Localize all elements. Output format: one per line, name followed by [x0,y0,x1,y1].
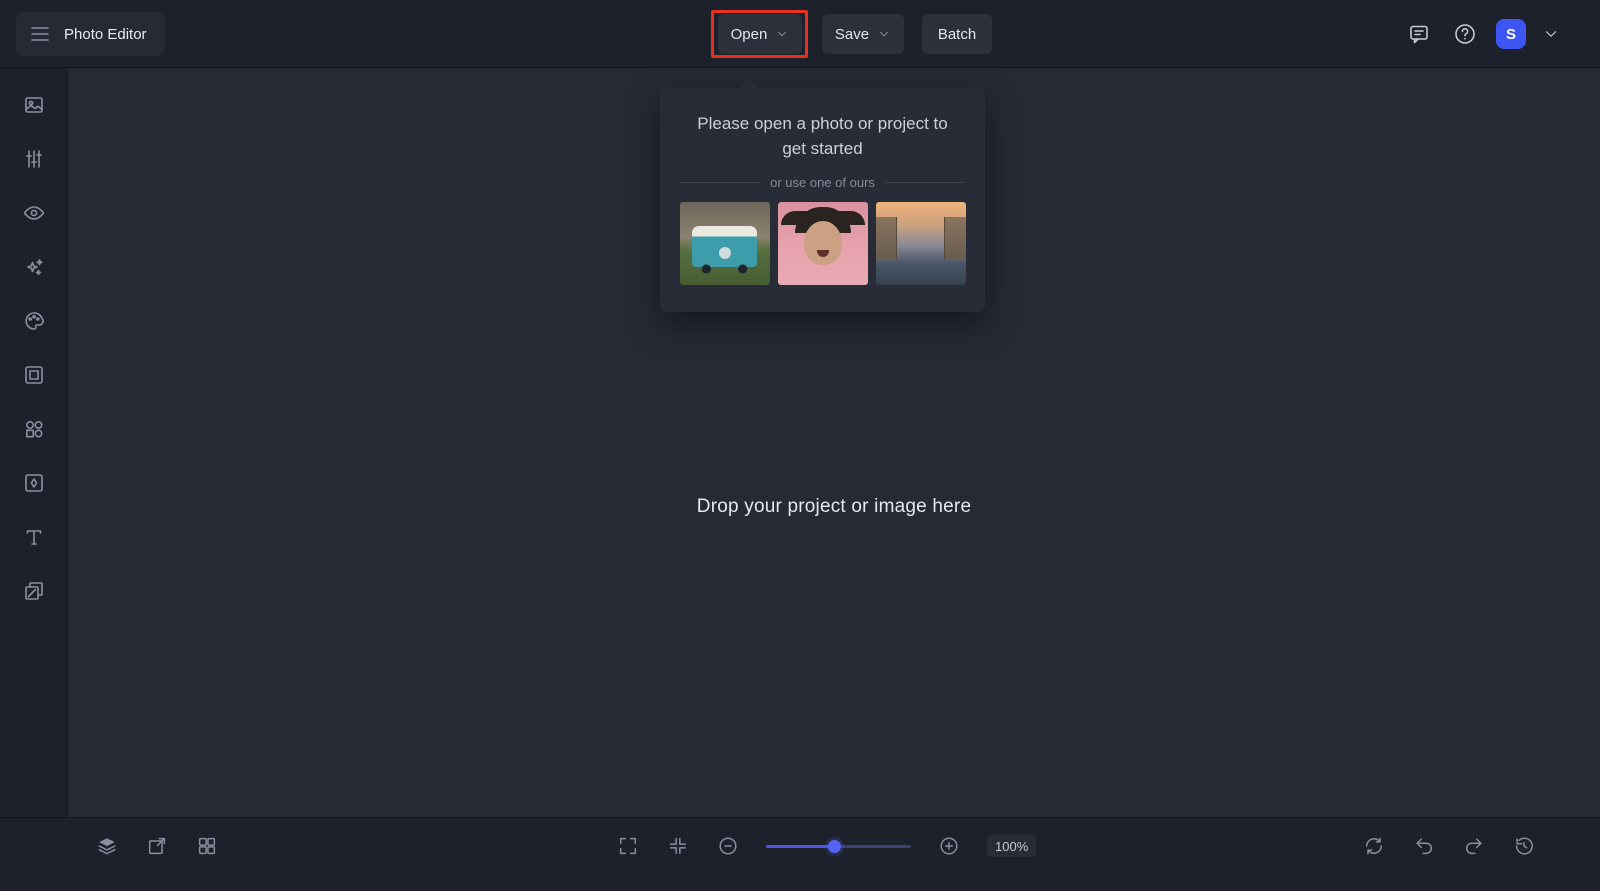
sample-image-portrait[interactable] [777,202,868,286]
popup-divider-label: or use one of ours [770,175,875,191]
fit-screen-icon [667,835,689,857]
avatar-letter: S [1505,25,1516,43]
zoom-in-button[interactable] [937,834,961,858]
sidebar-tool-text[interactable] [21,524,47,550]
zoom-slider[interactable] [766,839,911,853]
zoom-in-icon [938,835,960,857]
portrait-face [803,220,842,265]
zoom-level-value[interactable]: 100% [987,835,1037,857]
transform-icon [146,835,168,857]
popup-message: Please open a photo or project to get st… [697,114,948,158]
get-started-popup: Please open a photo or project to get st… [660,78,985,312]
palette-icon [22,309,46,333]
transform-button[interactable] [145,834,169,858]
bottom-bar: 100% [0,817,1600,891]
hamburger-icon [28,22,52,46]
layers-panel-button[interactable] [95,834,119,858]
image-icon [22,93,46,117]
redo-button[interactable] [1462,834,1486,858]
popup-divider: or use one of ours [680,175,965,190]
zoom-slider-thumb[interactable] [828,840,842,853]
zoom-out-button[interactable] [716,834,740,858]
fit-screen-button[interactable] [666,834,690,858]
refresh-icon [1363,835,1385,857]
top-bar: Photo Editor Open Save Batch S [0,0,1600,68]
refresh-button[interactable] [1362,834,1386,858]
sidebar-tool-elements[interactable] [21,416,47,442]
canal-building-right [943,217,966,259]
feedback-button[interactable] [1404,19,1434,49]
bottom-bar-left [95,834,219,858]
chevron-down-icon [877,27,891,41]
batch-button-label: Batch [937,25,977,43]
open-button-label: Open [730,25,768,43]
help-icon [1453,22,1477,46]
history-icon [1513,835,1535,857]
sample-thumbnails [660,202,985,286]
open-button[interactable]: Open [718,14,802,54]
sidebar-tool-frame[interactable] [21,362,47,388]
layers-icon [96,835,118,857]
app-title: Photo Editor [64,25,147,43]
duplicate-icon [22,579,46,603]
sample-image-vw-bus[interactable] [679,202,770,286]
fullscreen-button[interactable] [616,834,640,858]
save-button-label: Save [834,25,870,43]
chevron-down-icon [775,27,789,41]
sidebar-tool-adjust[interactable] [21,146,47,172]
fullscreen-icon [617,835,639,857]
account-chevron-icon[interactable] [1542,25,1560,43]
sidebar-tool-image[interactable] [21,92,47,118]
top-bar-right: S [1404,0,1560,68]
batch-button[interactable]: Batch [922,14,992,54]
undo-icon [1413,835,1435,857]
sidebar-tool-filter[interactable] [21,470,47,496]
canvas-area[interactable]: Please open a photo or project to get st… [68,68,1600,817]
sliders-icon [22,147,46,171]
redo-icon [1463,835,1485,857]
bottom-bar-zoom-controls: 100% [616,834,1037,858]
sample-image-venice-canal[interactable] [875,202,966,286]
sidebar-tool-retouch[interactable] [21,200,47,226]
bus-wheels [692,263,757,276]
grid-icon [196,835,218,857]
photo-effect-icon [22,471,46,495]
grid-view-button[interactable] [195,834,219,858]
frame-icon [22,363,46,387]
undo-button[interactable] [1412,834,1436,858]
bottom-bar-history [1362,834,1536,858]
history-button[interactable] [1512,834,1536,858]
zoom-out-icon [717,835,739,857]
sidebar-tool-effects[interactable] [21,254,47,280]
main-menu-button[interactable]: Photo Editor [16,12,165,56]
sidebar-tool-paint[interactable] [21,308,47,334]
eye-icon [22,201,46,225]
feedback-icon [1407,22,1431,46]
tool-sidebar [0,68,68,817]
shapes-icon [22,417,46,441]
bus-illustration [692,225,757,268]
drop-zone-message: Drop your project or image here [696,496,972,517]
save-button[interactable]: Save [822,14,904,54]
text-icon [22,525,46,549]
sparkles-icon [22,255,46,279]
sidebar-tool-layers[interactable] [21,578,47,604]
canal-building-left [875,217,898,259]
avatar[interactable]: S [1496,19,1526,49]
help-button[interactable] [1450,19,1480,49]
